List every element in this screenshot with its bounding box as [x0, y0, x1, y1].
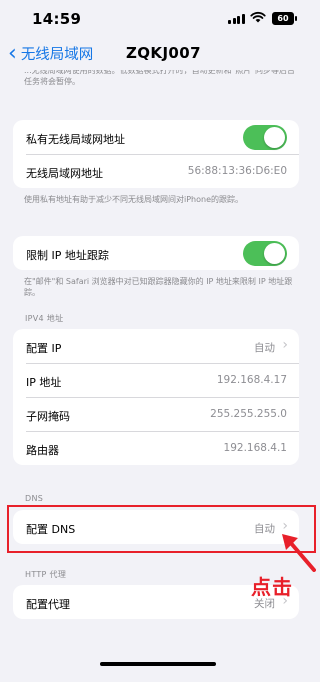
- router-row: 路由器 192.168.4.1: [13, 431, 299, 465]
- annotation-label: 点击: [251, 575, 293, 599]
- private-address-footer: 使用私有地址有助于减少不同无线局域网间对iPhone的跟踪。: [24, 195, 244, 204]
- chevron-right-icon: ›: [282, 337, 288, 353]
- ipv4-section-header: IPV4 地址: [25, 314, 64, 323]
- subnet-mask-label: 子网掩码: [26, 410, 70, 423]
- ip-address-label: IP 地址: [26, 376, 62, 389]
- back-button[interactable]: ‹ 无线局域网: [8, 40, 94, 66]
- ipv4-group: 配置 IP 自动 › IP 地址 192.168.4.17 子网掩码 255.2…: [13, 329, 299, 465]
- back-button-label: 无线局域网: [20, 47, 94, 63]
- router-label: 路由器: [26, 444, 59, 457]
- subnet-mask-value: 255.255.255.0: [210, 408, 287, 420]
- home-indicator: [100, 662, 216, 666]
- status-time: 14:59: [32, 10, 82, 28]
- ip-address-row: IP 地址 192.168.4.17: [13, 363, 299, 397]
- limit-tracking-label: 限制 IP 地址跟踪: [26, 249, 109, 262]
- cellular-signal-icon: [228, 14, 245, 24]
- configure-proxy-label: 配置代理: [26, 598, 70, 611]
- private-address-row: 私有无线局域网地址: [13, 120, 299, 154]
- annotation-arrow-icon: [282, 534, 316, 572]
- status-bar: 14:59 60: [0, 0, 316, 36]
- router-value: 192.168.4.1: [223, 442, 287, 454]
- wlan-address-label: 无线局域网地址: [26, 167, 103, 180]
- annotation-highlight-box: [7, 505, 316, 553]
- wlan-address-value: 56:88:13:36:D6:E0: [187, 165, 287, 177]
- private-address-toggle[interactable]: [243, 125, 287, 150]
- limit-tracking-group: 限制 IP 地址跟踪: [13, 236, 299, 270]
- limit-tracking-footer: 在"邮件"和 Safari 浏览器中对已知跟踪器隐藏你的 IP 地址来限制 IP…: [24, 277, 293, 297]
- dns-section-header: DNS: [25, 494, 44, 503]
- page-title: ZQKJ007: [126, 44, 201, 62]
- limit-tracking-toggle[interactable]: [243, 241, 287, 266]
- http-proxy-section-header: HTTP 代理: [25, 570, 67, 579]
- configure-ip-label: 配置 IP: [26, 342, 62, 355]
- limit-tracking-row: 限制 IP 地址跟踪: [13, 236, 299, 270]
- configure-ip-row[interactable]: 配置 IP 自动 ›: [13, 329, 299, 363]
- private-address-label: 私有无线局域网地址: [26, 133, 125, 146]
- private-address-group: 私有无线局域网地址 无线局域网地址 56:88:13:36:D6:E0: [13, 120, 299, 188]
- wifi-icon: [250, 11, 266, 23]
- subnet-mask-row: 子网掩码 255.255.255.0: [13, 397, 299, 431]
- wlan-address-row: 无线局域网地址 56:88:13:36:D6:E0: [13, 154, 299, 188]
- chevron-left-icon: ‹: [8, 40, 17, 66]
- navigation-bar: ‹ 无线局域网 ZQKJ007: [0, 36, 316, 70]
- ip-address-value: 192.168.4.17: [216, 374, 287, 386]
- battery-icon: 60: [272, 12, 297, 25]
- configure-ip-value: 自动: [254, 342, 275, 354]
